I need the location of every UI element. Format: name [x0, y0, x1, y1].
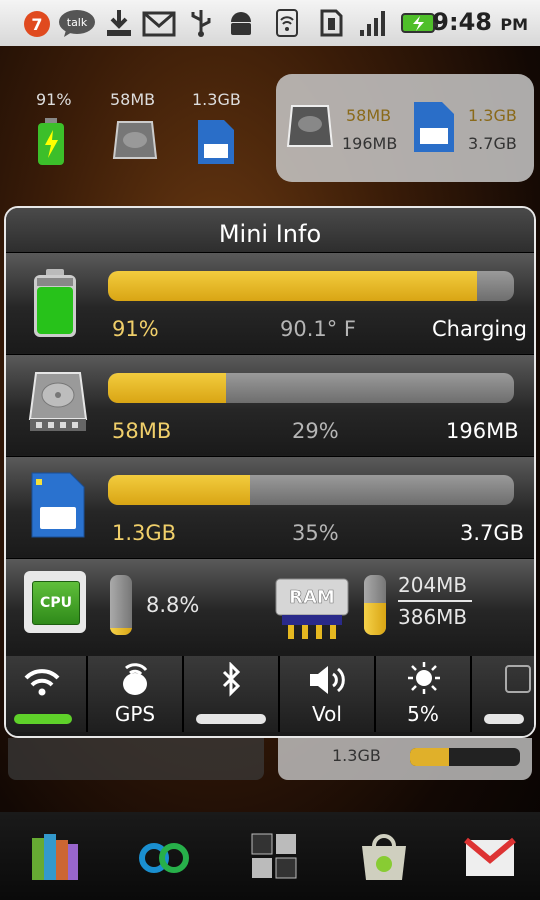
- bg-lower-widget: [8, 738, 264, 780]
- launcher-grid-icon[interactable]: [246, 828, 302, 884]
- bg-sd-used: 1.3GB: [192, 90, 241, 109]
- internal-percent: 29%: [292, 419, 339, 443]
- wifi-toggle-icon: [24, 669, 60, 696]
- auto-rotate-toggle-indicator: [484, 714, 524, 724]
- home-dock: [0, 812, 540, 900]
- brightness-icon: [408, 662, 440, 694]
- gmail-icon[interactable]: [142, 8, 176, 38]
- time-value: 9:48: [432, 8, 492, 36]
- cpu-icon: CPU: [24, 571, 86, 633]
- ram-icon: RAM: [275, 578, 349, 639]
- bluetooth-toggle[interactable]: [184, 656, 280, 732]
- cpu-label: CPU: [32, 581, 80, 625]
- sd-used: 1.3GB: [112, 521, 177, 545]
- wifi-icon[interactable]: [272, 8, 302, 38]
- bg-internal-storage-icon: [112, 121, 158, 159]
- bg-internal-used: 58MB: [110, 90, 156, 109]
- dialog-title: Mini Info: [6, 208, 534, 258]
- background-storage-panel[interactable]: 58MB 196MB 1.3GB 3.7GB: [276, 74, 534, 182]
- battery-level-label: 91%: [112, 317, 159, 341]
- bg-battery-level: 91%: [36, 90, 72, 109]
- panel-sd-used: 1.3GB: [468, 106, 517, 125]
- usb-icon[interactable]: [186, 8, 216, 38]
- status-bar: 7 talk 9:48 PM: [0, 0, 540, 46]
- sd-percent: 35%: [292, 521, 339, 545]
- ram-total: 386MB: [398, 605, 468, 629]
- notification-badge-icon[interactable]: 7: [22, 8, 52, 38]
- ram-used: 204MB: [398, 573, 468, 597]
- bluetooth-toggle-indicator: [196, 714, 266, 724]
- sd-card-bar: [108, 475, 514, 505]
- books-icon[interactable]: [26, 828, 82, 884]
- notification-count: 7: [31, 15, 42, 34]
- auto-rotate-icon: [505, 665, 531, 693]
- internal-total: 196MB: [446, 419, 519, 443]
- volume-toggle[interactable]: Vol: [280, 656, 376, 732]
- bg-sd-card-icon: [198, 120, 234, 164]
- gps-label: GPS: [114, 702, 156, 726]
- ram-usage-bar: [364, 575, 386, 635]
- quick-toggles: GPS Vol 5%: [6, 652, 534, 736]
- brightness-toggle[interactable]: 5%: [376, 656, 472, 732]
- panel-sd-card-icon: [414, 102, 454, 152]
- volume-icon: [310, 666, 345, 694]
- panel-internal-used: 58MB: [346, 106, 392, 125]
- time-ampm: PM: [500, 15, 528, 34]
- infinity-app-icon[interactable]: [136, 828, 192, 884]
- bg-lower-sd-panel: 1.3GB: [278, 738, 532, 780]
- internal-storage-icon: [28, 372, 88, 431]
- sd-total: 3.7GB: [460, 521, 525, 545]
- sim-card-icon[interactable]: [316, 8, 346, 38]
- talk-label: talk: [67, 16, 88, 29]
- internal-storage-bar: [108, 373, 514, 403]
- panel-sd-total: 3.7GB: [468, 134, 517, 153]
- bg-lower-sd-bar: [410, 748, 520, 766]
- battery-icon: [34, 269, 76, 337]
- panel-internal-total: 196MB: [342, 134, 398, 153]
- wifi-toggle-indicator: [14, 714, 72, 724]
- gmail-app-icon[interactable]: [462, 828, 518, 884]
- cpu-usage: 8.8%: [146, 593, 200, 617]
- bluetooth-icon: [222, 662, 241, 697]
- bg-lower-sd-value: 1.3GB: [332, 746, 381, 765]
- download-icon[interactable]: [104, 8, 134, 38]
- cpu-usage-bar-fill: [110, 627, 132, 635]
- internal-storage-bar-fill: [108, 373, 226, 403]
- internal-used: 58MB: [112, 419, 172, 443]
- battery-row[interactable]: 91% 90.1° F Charging: [6, 252, 534, 353]
- ram-usage-bar-fill: [364, 603, 386, 635]
- brightness-label: 5%: [407, 702, 439, 726]
- panel-internal-storage-icon: [286, 105, 334, 147]
- bg-battery-icon: [38, 118, 64, 165]
- battery-level-bar: [108, 271, 514, 301]
- ram-label: RAM: [289, 587, 335, 608]
- signal-icon[interactable]: [358, 8, 388, 38]
- battery-level-bar-fill: [108, 271, 478, 301]
- gps-satellite-icon: [123, 663, 148, 695]
- ram-divider: [398, 600, 472, 602]
- sd-card-bar-fill: [108, 475, 251, 505]
- market-icon[interactable]: [356, 828, 412, 884]
- mini-info-dialog: Mini Info 91% 90.1° F Charging 58MB 29% …: [4, 206, 536, 738]
- cpu-ram-row[interactable]: CPU 8.8% RAM 204MB 386MB: [6, 558, 534, 653]
- wifi-toggle[interactable]: [6, 656, 88, 732]
- sd-card-row[interactable]: 1.3GB 35% 3.7GB: [6, 456, 534, 557]
- gps-toggle[interactable]: GPS: [88, 656, 184, 732]
- clock: 9:48 PM: [432, 8, 528, 36]
- auto-rotate-toggle[interactable]: [472, 656, 534, 732]
- volume-label: Vol: [312, 702, 342, 726]
- battery-status: Charging: [432, 317, 527, 341]
- internal-storage-row[interactable]: 58MB 29% 196MB: [6, 354, 534, 455]
- cpu-usage-bar: [110, 575, 132, 635]
- bg-lower-sd-bar-fill: [410, 748, 449, 766]
- battery-temperature: 90.1° F: [280, 317, 357, 341]
- sd-card-icon: [31, 472, 85, 538]
- android-debug-icon[interactable]: [226, 8, 256, 38]
- talk-icon[interactable]: talk: [58, 8, 96, 38]
